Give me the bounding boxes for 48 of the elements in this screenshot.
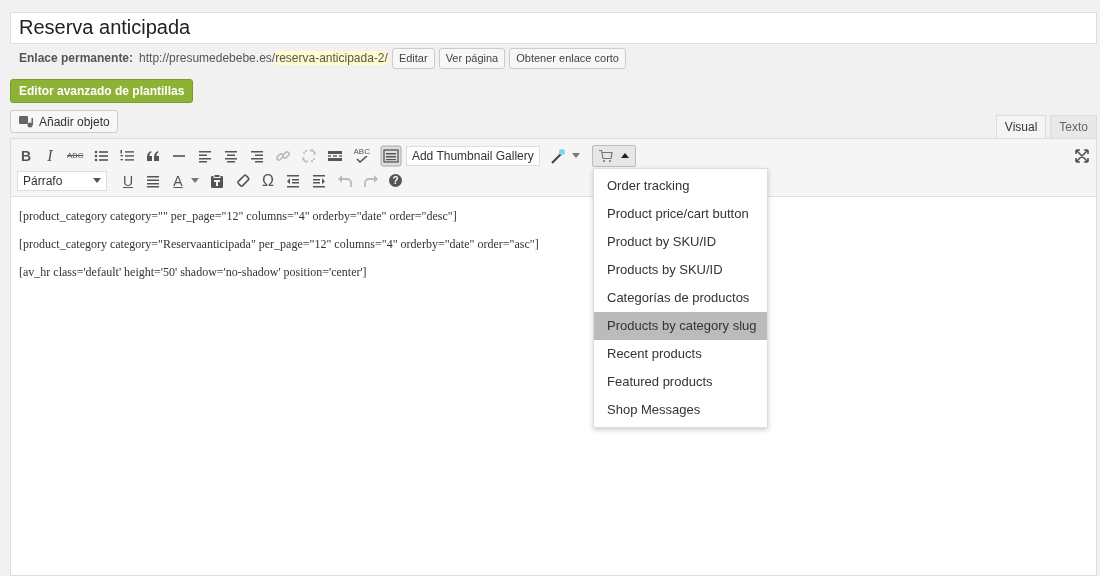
add-media-button[interactable]: Añadir objeto [10, 110, 118, 133]
shortcode-text: [product_category category="Reservaanticipada" per_page="12" columns="4" orderby="date" order="asc"] [19, 237, 539, 252]
caret-icon [620, 153, 629, 158]
menu-item[interactable]: Products by SKU/ID [594, 256, 767, 284]
media-icon [18, 114, 34, 129]
special-character-button[interactable]: Ω [261, 171, 275, 190]
help-button[interactable]: ? [389, 174, 402, 187]
strikethrough-button[interactable]: ABC [67, 151, 84, 160]
gallery-select[interactable]: Add Thumbnail Gallery [405, 145, 540, 166]
caret-icon [93, 178, 101, 183]
format-select[interactable]: Párrafo [17, 170, 107, 191]
clipboard-icon[interactable] [209, 172, 225, 189]
fullscreen-icon[interactable] [1074, 147, 1090, 164]
menu-item[interactable]: Product by SKU/ID [594, 228, 767, 256]
bold-button[interactable]: B [19, 147, 33, 164]
menu-item[interactable]: Order tracking [594, 172, 767, 200]
spellcheck-button[interactable]: ABC [353, 148, 370, 163]
menu-item[interactable]: Shop Messages [594, 396, 767, 424]
keyboard-toggle-icon[interactable] [379, 144, 402, 167]
permalink-button[interactable]: Obtener enlace corto [509, 47, 626, 69]
permalink-label: Enlace permanente: [19, 51, 134, 65]
editor-tab[interactable]: Visual [995, 115, 1047, 138]
menu-item[interactable]: Products by category slug [594, 312, 767, 340]
cart-icon [597, 148, 613, 163]
caret-icon[interactable] [191, 178, 199, 183]
shortcode-text: [av_hr class='default' height='50' shadow='no-shadow' position='center'] [19, 265, 367, 280]
eraser-icon[interactable] [235, 172, 251, 189]
menu-item[interactable]: Categorías de productos [594, 284, 767, 312]
caret-icon[interactable] [571, 153, 580, 158]
italic-button[interactable]: I [43, 146, 57, 165]
title-field[interactable]: Reserva anticipada [10, 12, 1097, 44]
add-media-label: Añadir objeto [39, 114, 110, 129]
menu-item[interactable]: Recent products [594, 340, 767, 368]
numbered-list-icon[interactable] [119, 147, 136, 164]
indent-icon[interactable] [311, 172, 327, 189]
outdent-icon[interactable] [285, 172, 301, 189]
permalink-url[interactable]: http://presumedebebe.es/reserva-anticipada-2/ [139, 51, 388, 65]
permalink-button[interactable]: Editar [391, 47, 435, 69]
text-color-button[interactable]: A [171, 172, 185, 189]
underline-button[interactable]: U [121, 172, 135, 189]
check-icon [355, 156, 368, 163]
shop-menu-button[interactable] [591, 144, 636, 167]
menu-item[interactable]: Featured products [594, 368, 767, 396]
editor-tab[interactable]: Texto [1050, 115, 1097, 138]
menu-item[interactable]: Product price/cart button [594, 200, 767, 228]
permalink-button[interactable]: Ver página [438, 47, 506, 69]
magic-wand-icon[interactable] [549, 147, 566, 164]
shortcode-text: [product_category category="" per_page="12" columns="4" orderby="date" order="desc"] [19, 209, 457, 224]
